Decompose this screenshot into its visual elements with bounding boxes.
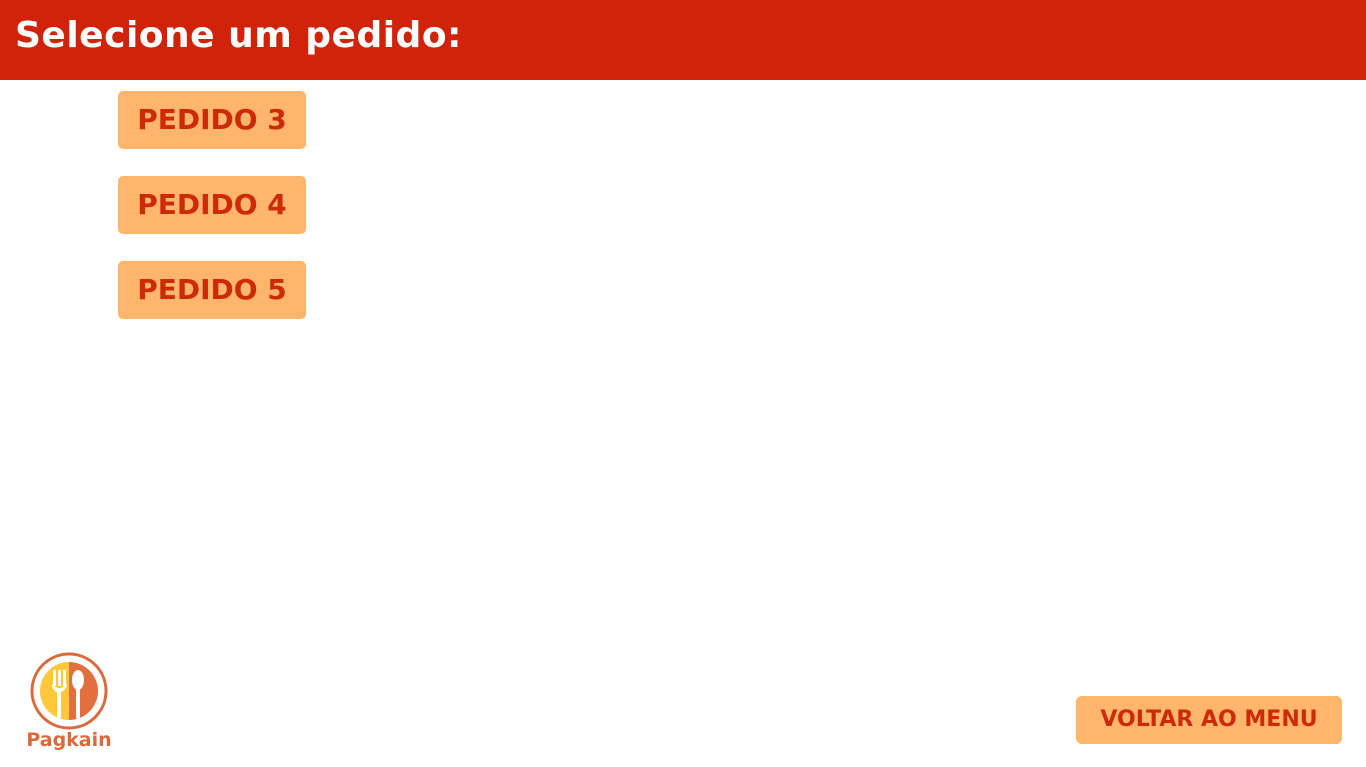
order-list: PEDIDO 3 PEDIDO 4 PEDIDO 5: [118, 91, 306, 346]
order-button-5[interactable]: PEDIDO 5: [118, 261, 306, 319]
back-to-menu-button[interactable]: VOLTAR AO MENU: [1076, 696, 1342, 744]
logo-text: Pagkain: [26, 729, 111, 751]
order-button-4[interactable]: PEDIDO 4: [118, 176, 306, 234]
order-button-3[interactable]: PEDIDO 3: [118, 91, 306, 149]
pagkain-logo: Pagkain: [17, 650, 123, 751]
page-header: Selecione um pedido:: [0, 0, 1366, 80]
fork-spoon-plate-icon: Pagkain: [26, 652, 112, 751]
page-title: Selecione um pedido:: [15, 15, 462, 56]
